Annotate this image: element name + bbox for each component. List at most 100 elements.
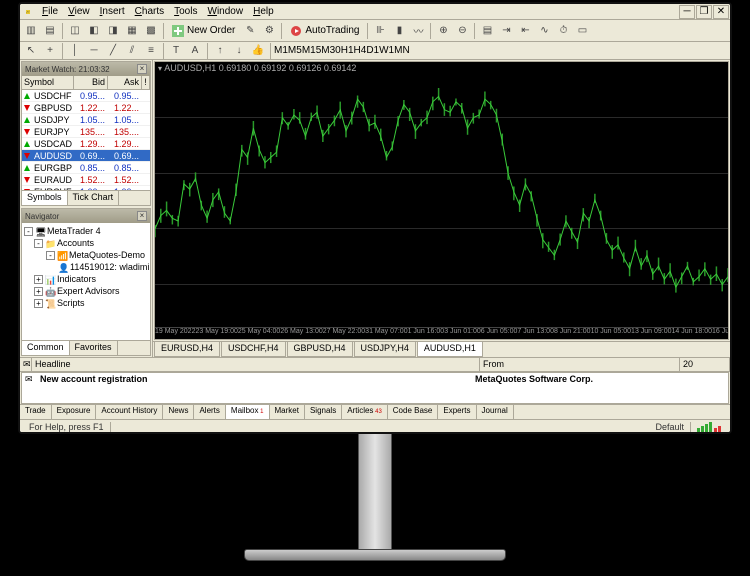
symbol-row-EURAUD[interactable]: EURAUD1.52...1.52... <box>22 174 150 186</box>
menu-help[interactable]: Help <box>248 5 279 18</box>
market-watch-icon[interactable]: ◫ <box>66 22 84 40</box>
timeframe-H1[interactable]: H1 <box>341 45 354 56</box>
symbol-row-EURJPY[interactable]: EURJPY135....135.... <box>22 126 150 138</box>
cursor-icon[interactable]: ↖ <box>22 42 40 60</box>
timeframe-D1[interactable]: D1 <box>366 45 379 56</box>
menu-view[interactable]: View <box>63 5 95 18</box>
candle-chart-icon[interactable]: ▮ <box>390 22 408 40</box>
terminal-tab-mailbox[interactable]: Mailbox 1 <box>226 405 270 419</box>
chart-canvas[interactable]: AUDUSD,H1 0.69180 0.69192 0.69126 0.6914… <box>154 61 729 340</box>
tree-account[interactable]: 👤114519012: wladimila <box>24 261 148 273</box>
terminal-tab-alerts[interactable]: Alerts <box>194 405 225 419</box>
menu-charts[interactable]: Charts <box>130 5 169 18</box>
terminal-tab-news[interactable]: News <box>163 405 194 419</box>
col-from[interactable]: From <box>480 358 680 371</box>
arrow-down-icon[interactable]: ↓ <box>230 42 248 60</box>
symbol-row-AUDUSD[interactable]: AUDUSD0.69...0.69... <box>22 150 150 162</box>
tab-tick-chart[interactable]: Tick Chart <box>68 191 120 205</box>
mail-col-icon[interactable]: ✉ <box>20 358 32 371</box>
hline-icon[interactable]: ─ <box>85 42 103 60</box>
fibo-icon[interactable]: ≡ <box>142 42 160 60</box>
timeframe-M1[interactable]: M1 <box>274 45 288 56</box>
terminal-tab-exposure[interactable]: Exposure <box>52 405 97 419</box>
tree-accounts[interactable]: -📁Accounts <box>24 237 148 249</box>
market-watch-close-icon[interactable]: × <box>137 64 147 74</box>
tile-icon[interactable]: ▤ <box>478 22 496 40</box>
menu-tools[interactable]: Tools <box>169 5 202 18</box>
mail-row[interactable]: ✉ New account registration MetaQuotes So… <box>22 373 728 385</box>
autotrading-button[interactable]: AutoTrading <box>285 22 364 40</box>
connection-indicator[interactable] <box>691 422 727 432</box>
data-window-icon[interactable]: ◧ <box>85 22 103 40</box>
terminal-icon[interactable]: ▦ <box>123 22 141 40</box>
symbol-row-USDCAD[interactable]: USDCAD1.29...1.29... <box>22 138 150 150</box>
vline-icon[interactable]: │ <box>66 42 84 60</box>
shift-icon[interactable]: ⇤ <box>516 22 534 40</box>
navigator-icon[interactable]: ◨ <box>104 22 122 40</box>
chart-tab-USDJPY-H4[interactable]: USDJPY,H4 <box>354 342 416 357</box>
terminal-tab-market[interactable]: Market <box>270 405 305 419</box>
symbol-row-EURGBP[interactable]: EURGBP0.85...0.85... <box>22 162 150 174</box>
chart-tab-GBPUSD-H4[interactable]: GBPUSD,H4 <box>287 342 353 357</box>
tab-symbols[interactable]: Symbols <box>22 191 68 205</box>
chart-tab-AUDUSD-H1[interactable]: AUDUSD,H1 <box>417 342 483 357</box>
zoom-in-icon[interactable]: ⊕ <box>434 22 452 40</box>
terminal-tab-code-base[interactable]: Code Base <box>388 405 439 419</box>
navigator-close-icon[interactable]: × <box>137 211 147 221</box>
indicators-icon[interactable]: ∿ <box>535 22 553 40</box>
timeframe-M15[interactable]: M15 <box>302 45 321 56</box>
status-profile[interactable]: Default <box>649 422 691 432</box>
options-icon[interactable]: ⚙ <box>260 22 278 40</box>
zoom-out-icon[interactable]: ⊖ <box>453 22 471 40</box>
label-icon[interactable]: A <box>186 42 204 60</box>
timeframe-W1[interactable]: W1 <box>379 45 394 56</box>
tree-scripts[interactable]: +📜Scripts <box>24 297 148 309</box>
timeframe-M5[interactable]: M5 <box>288 45 302 56</box>
symbol-row-GBPUSD[interactable]: GBPUSD1.22...1.22... <box>22 102 150 114</box>
timeframe-H4[interactable]: H4 <box>354 45 367 56</box>
col-ask[interactable]: Ask <box>108 76 142 89</box>
new-order-button[interactable]: New Order <box>167 22 240 40</box>
col-bid[interactable]: Bid <box>74 76 108 89</box>
terminal-tab-journal[interactable]: Journal <box>477 405 514 419</box>
menu-insert[interactable]: Insert <box>95 5 130 18</box>
autoscroll-icon[interactable]: ⇥ <box>497 22 515 40</box>
crosshair-icon[interactable]: + <box>41 42 59 60</box>
close-button[interactable]: ✕ <box>713 5 729 19</box>
timeframe-M30[interactable]: M30 <box>321 45 340 56</box>
trendline-icon[interactable]: ╱ <box>104 42 122 60</box>
chart-tab-EURUSD-H4[interactable]: EURUSD,H4 <box>154 342 220 357</box>
thumbs-icon[interactable]: 👍 <box>249 42 267 60</box>
menu-file[interactable]: File <box>37 5 63 18</box>
menu-window[interactable]: Window <box>202 5 248 18</box>
chart-tab-USDCHF-H4[interactable]: USDCHF,H4 <box>221 342 286 357</box>
tab-favorites[interactable]: Favorites <box>70 341 118 355</box>
tree-indicators[interactable]: +📊Indicators <box>24 273 148 285</box>
col-symbol[interactable]: Symbol <box>22 76 74 89</box>
profiles-icon[interactable]: ▤ <box>41 22 59 40</box>
tree-experts[interactable]: +🤖Expert Advisors <box>24 285 148 297</box>
new-chart-icon[interactable]: ▥ <box>22 22 40 40</box>
maximize-button[interactable]: ❐ <box>696 5 712 19</box>
symbol-row-EURCHF[interactable]: EURCHF1.00...1.00... <box>22 186 150 190</box>
tree-root[interactable]: -🖥MetaTrader 4 <box>24 225 148 237</box>
tab-common[interactable]: Common <box>22 341 70 355</box>
tree-broker[interactable]: -📶MetaQuotes-Demo <box>24 249 148 261</box>
terminal-tab-trade[interactable]: Trade <box>20 405 52 419</box>
minimize-button[interactable]: ─ <box>679 5 695 19</box>
terminal-tab-signals[interactable]: Signals <box>305 405 342 419</box>
symbol-row-USDCHF[interactable]: USDCHF0.95...0.95... <box>22 90 150 102</box>
tester-icon[interactable]: ▩ <box>142 22 160 40</box>
col-more[interactable]: ! <box>142 76 150 89</box>
terminal-tab-articles[interactable]: Articles 43 <box>342 405 388 419</box>
terminal-tab-account-history[interactable]: Account History <box>96 405 163 419</box>
col-headline[interactable]: Headline <box>32 358 480 371</box>
channel-icon[interactable]: ⫽ <box>123 42 141 60</box>
symbol-row-USDJPY[interactable]: USDJPY1.05...1.05... <box>22 114 150 126</box>
terminal-tab-experts[interactable]: Experts <box>438 405 476 419</box>
timeframe-MN[interactable]: MN <box>394 45 410 56</box>
text-icon[interactable]: T <box>167 42 185 60</box>
metaeditor-icon[interactable]: ✎ <box>241 22 259 40</box>
arrow-up-icon[interactable]: ↑ <box>211 42 229 60</box>
bar-chart-icon[interactable]: ⊪ <box>371 22 389 40</box>
